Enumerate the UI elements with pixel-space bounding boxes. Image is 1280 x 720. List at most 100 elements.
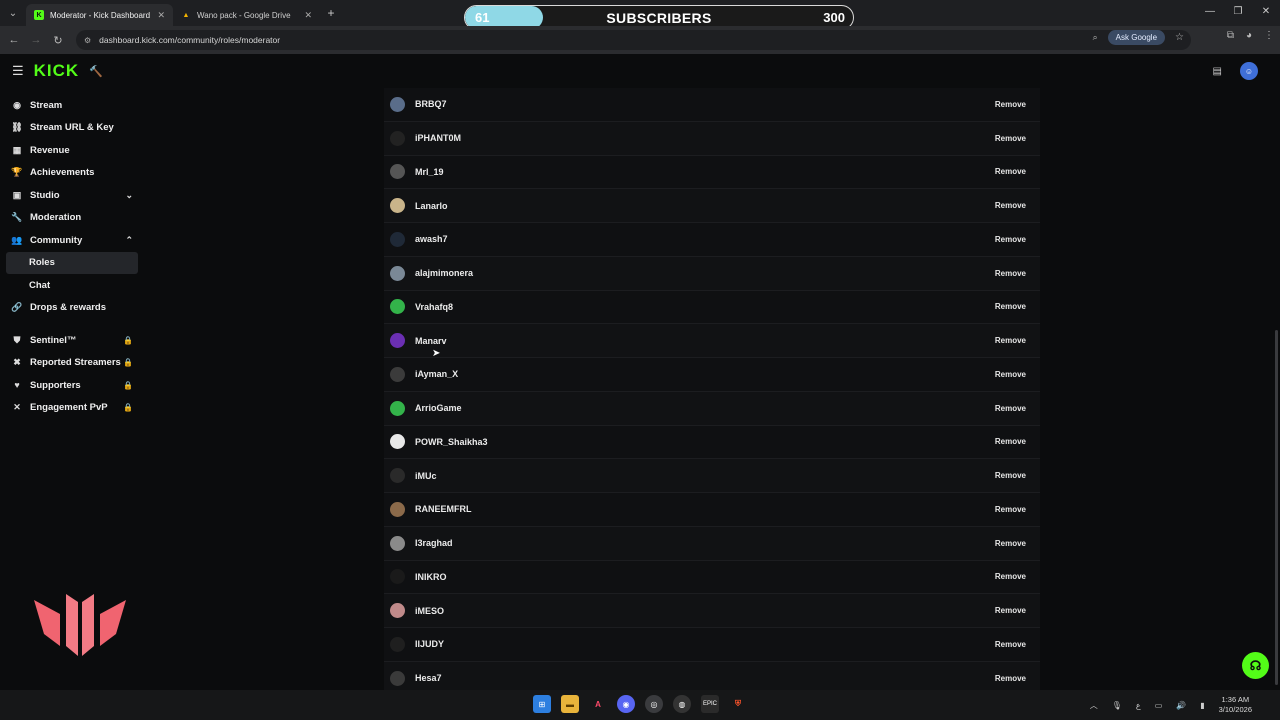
avatar[interactable]	[390, 535, 405, 551]
avatar[interactable]	[390, 603, 405, 619]
moderator-username[interactable]: RANEEMFRL	[415, 504, 472, 514]
remove-button[interactable]: Remove	[995, 471, 1026, 480]
epic-games-icon[interactable]: EPIC	[701, 695, 719, 713]
moderator-username[interactable]: BRBQ7	[415, 99, 447, 109]
avatar[interactable]	[390, 265, 405, 281]
avatar[interactable]	[390, 333, 405, 349]
chevron-up-icon[interactable]: ⌃	[125, 235, 133, 246]
avatar[interactable]	[390, 569, 405, 585]
moderator-username[interactable]: Hesa7	[415, 673, 442, 683]
back-icon[interactable]: ←	[3, 34, 25, 46]
remove-button[interactable]: Remove	[995, 404, 1026, 413]
remove-button[interactable]: Remove	[995, 336, 1026, 345]
page-scrollbar[interactable]	[1275, 330, 1278, 685]
kick-logo[interactable]: KICK	[34, 61, 80, 81]
sidebar-item-roles[interactable]: Roles	[6, 251, 138, 274]
tab-close-icon[interactable]: ✕	[157, 10, 165, 21]
taskbar-clock[interactable]: 1:36 AM 3/10/2026	[1219, 695, 1252, 715]
sidebar-item-drops-rewards[interactable]: 🔗 Drops & rewards	[0, 297, 145, 320]
reload-icon[interactable]: ↻	[47, 34, 69, 47]
avatar[interactable]	[390, 501, 405, 517]
notifications-icon[interactable]: ▤	[1213, 66, 1222, 77]
moderator-username[interactable]: Lanarlo	[415, 201, 448, 211]
language-icon[interactable]: ع	[1136, 701, 1141, 710]
battery-icon[interactable]: ▮	[1200, 701, 1204, 710]
remove-button[interactable]: Remove	[995, 100, 1026, 109]
ask-google-button[interactable]: Ask Google	[1107, 30, 1166, 45]
moderator-username[interactable]: iMUc	[415, 471, 437, 481]
zoom-icon[interactable]: ⌕	[1093, 32, 1098, 43]
avatar[interactable]	[390, 366, 405, 382]
forward-icon[interactable]: →	[25, 34, 47, 46]
sidebar-item-revenue[interactable]: ▦ Revenue	[0, 139, 145, 162]
support-chat-button[interactable]: ☊	[1242, 652, 1269, 679]
profile-icon[interactable]: ◕	[1246, 30, 1252, 41]
minimize-icon[interactable]: —	[1196, 0, 1224, 26]
browser-tab-1[interactable]: K Moderator - Kick Dashboard ✕	[26, 4, 173, 26]
moderator-username[interactable]: awash7	[415, 234, 448, 244]
menu-icon[interactable]: ☰	[12, 63, 24, 79]
moderator-username[interactable]: ArrioGame	[415, 403, 462, 413]
sidebar-item-stream[interactable]: ◉ Stream	[0, 94, 145, 117]
remove-button[interactable]: Remove	[995, 539, 1026, 548]
moderator-username[interactable]: Manarv	[415, 336, 447, 346]
hammer-icon[interactable]: 🔨	[89, 65, 103, 78]
moderator-username[interactable]: iMESO	[415, 606, 444, 616]
avatar[interactable]	[390, 468, 405, 484]
chrome-icon[interactable]: ◎	[645, 695, 663, 713]
sidebar-item-achievements[interactable]: 🏆 Achievements	[0, 162, 145, 185]
extensions-icon[interactable]: ⧉	[1227, 30, 1234, 41]
volume-icon[interactable]: 🔊	[1176, 701, 1186, 710]
moderator-username[interactable]: iPHANT0M	[415, 133, 461, 143]
remove-button[interactable]: Remove	[995, 235, 1026, 244]
brave-icon[interactable]: ⛨	[729, 695, 747, 713]
remove-button[interactable]: Remove	[995, 640, 1026, 649]
avatar[interactable]	[390, 96, 405, 112]
remove-button[interactable]: Remove	[995, 269, 1026, 278]
new-tab-button[interactable]: +	[320, 6, 342, 20]
microphone-icon[interactable]: 🎙	[1112, 701, 1122, 710]
chevron-down-icon[interactable]: ⌄	[125, 190, 133, 201]
remove-button[interactable]: Remove	[995, 606, 1026, 615]
avatar[interactable]	[390, 164, 405, 180]
browser-tab-2[interactable]: ▲ Wano pack - Google Drive ✕	[173, 4, 320, 26]
sidebar-item-stream-url-key[interactable]: ⛓ Stream URL & Key	[0, 117, 145, 140]
windows-start-icon[interactable]: ⊞	[533, 695, 551, 713]
remove-button[interactable]: Remove	[995, 505, 1026, 514]
sidebar-item-reported-streamers[interactable]: ✖ Reported Streamers 🔒	[0, 352, 145, 375]
avatar[interactable]	[390, 130, 405, 146]
moderator-username[interactable]: Vrahafq8	[415, 302, 453, 312]
remove-button[interactable]: Remove	[995, 302, 1026, 311]
moderator-username[interactable]: I3raghad	[415, 538, 453, 548]
avatar[interactable]	[390, 636, 405, 652]
tab-close-icon[interactable]: ✕	[304, 10, 312, 21]
sidebar-item-supporters[interactable]: ♥ Supporters 🔒	[0, 374, 145, 397]
remove-button[interactable]: Remove	[995, 134, 1026, 143]
avatar[interactable]	[390, 299, 405, 315]
user-avatar[interactable]: ☺	[1240, 62, 1258, 80]
tab-search-icon[interactable]: ⌄	[0, 0, 26, 26]
avatar[interactable]	[390, 231, 405, 247]
remove-button[interactable]: Remove	[995, 674, 1026, 683]
file-explorer-icon[interactable]: ▬	[561, 695, 579, 713]
moderator-username[interactable]: Mrl_19	[415, 167, 444, 177]
close-window-icon[interactable]: ✕	[1252, 0, 1280, 26]
avatar[interactable]	[390, 198, 405, 214]
bookmark-star-icon[interactable]: ☆	[1175, 32, 1184, 43]
moderator-username[interactable]: INIKRO	[415, 572, 447, 582]
moderator-username[interactable]: IIJUDY	[415, 639, 444, 649]
remove-button[interactable]: Remove	[995, 201, 1026, 210]
moderator-username[interactable]: alajmimonera	[415, 268, 473, 278]
site-info-icon[interactable]: ⚙	[84, 36, 91, 45]
sidebar-item-chat[interactable]: Chat	[0, 274, 145, 297]
obs-icon[interactable]: ◍	[673, 695, 691, 713]
avatar[interactable]	[390, 434, 405, 450]
sidebar-item-studio[interactable]: ▣ Studio ⌄	[0, 184, 145, 207]
avatar[interactable]	[390, 670, 405, 686]
sidebar-item-sentinel[interactable]: ⛊ Sentinel™ 🔒	[0, 329, 145, 352]
remove-button[interactable]: Remove	[995, 167, 1026, 176]
browser-menu-icon[interactable]: ⋮	[1264, 30, 1274, 41]
remove-button[interactable]: Remove	[995, 437, 1026, 446]
discord-icon[interactable]: ◉	[617, 695, 635, 713]
network-icon[interactable]: ▭	[1155, 701, 1163, 710]
